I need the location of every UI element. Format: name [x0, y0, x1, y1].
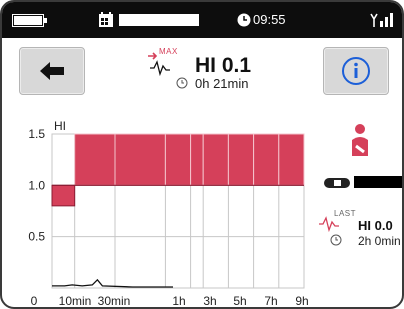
chart-bar-8 [278, 133, 305, 186]
info-icon [342, 57, 370, 85]
chart-bar-1 [74, 133, 116, 186]
x-tick-label: 9h [295, 294, 308, 308]
chart-bar-6 [227, 133, 255, 186]
antenna-signal-icon [370, 13, 393, 27]
max-label: MAX [159, 47, 178, 56]
x-tick-label: 3h [203, 294, 216, 308]
y-axis-label: HI [54, 119, 66, 133]
header-duration: 0h 21min [195, 76, 249, 91]
chart-bar-5 [202, 133, 229, 186]
id-badge-icon [324, 178, 350, 188]
id-redacted [354, 176, 402, 188]
person-alert-icon [352, 124, 368, 156]
calendar-icon [99, 12, 113, 27]
battery-icon [12, 14, 47, 27]
chart-bar-low [51, 184, 76, 207]
x-tick-label: 5h [233, 294, 246, 308]
last-label: LAST [334, 209, 357, 218]
x-tick-label: 30min [98, 294, 131, 308]
device-screen: 09:55 MAX HI 0.1 0h 21min 1.5 1.0 0.5 HI 0 [0, 0, 404, 309]
x-tick-label: 1h [172, 294, 185, 308]
y-tick-label: 1.5 [28, 127, 45, 141]
x-tick-label: 0 [31, 294, 38, 308]
x-tick-label: 7h [264, 294, 277, 308]
chart-bar-4 [190, 133, 204, 186]
status-bar: 09:55 [2, 2, 402, 38]
timer-icon [330, 234, 342, 246]
status-time: 09:55 [253, 12, 286, 27]
timer-icon [176, 77, 188, 89]
x-tick-label: 10min [59, 294, 92, 308]
chart-bar-3 [164, 133, 192, 186]
chart-bar-2 [114, 133, 166, 186]
y-tick-label: 0.5 [28, 230, 45, 244]
info-button[interactable] [323, 47, 389, 95]
last-value: HI 0.0 [358, 218, 393, 233]
last-duration: 2h 0min [358, 234, 401, 248]
arrow-left-icon [40, 62, 64, 80]
back-button[interactable] [19, 47, 85, 95]
clock-icon [237, 13, 251, 27]
date-redacted [119, 14, 199, 26]
header-value: HI 0.1 [195, 54, 252, 77]
y-tick-label: 1.0 [28, 178, 45, 192]
chart-bar-7 [253, 133, 280, 186]
